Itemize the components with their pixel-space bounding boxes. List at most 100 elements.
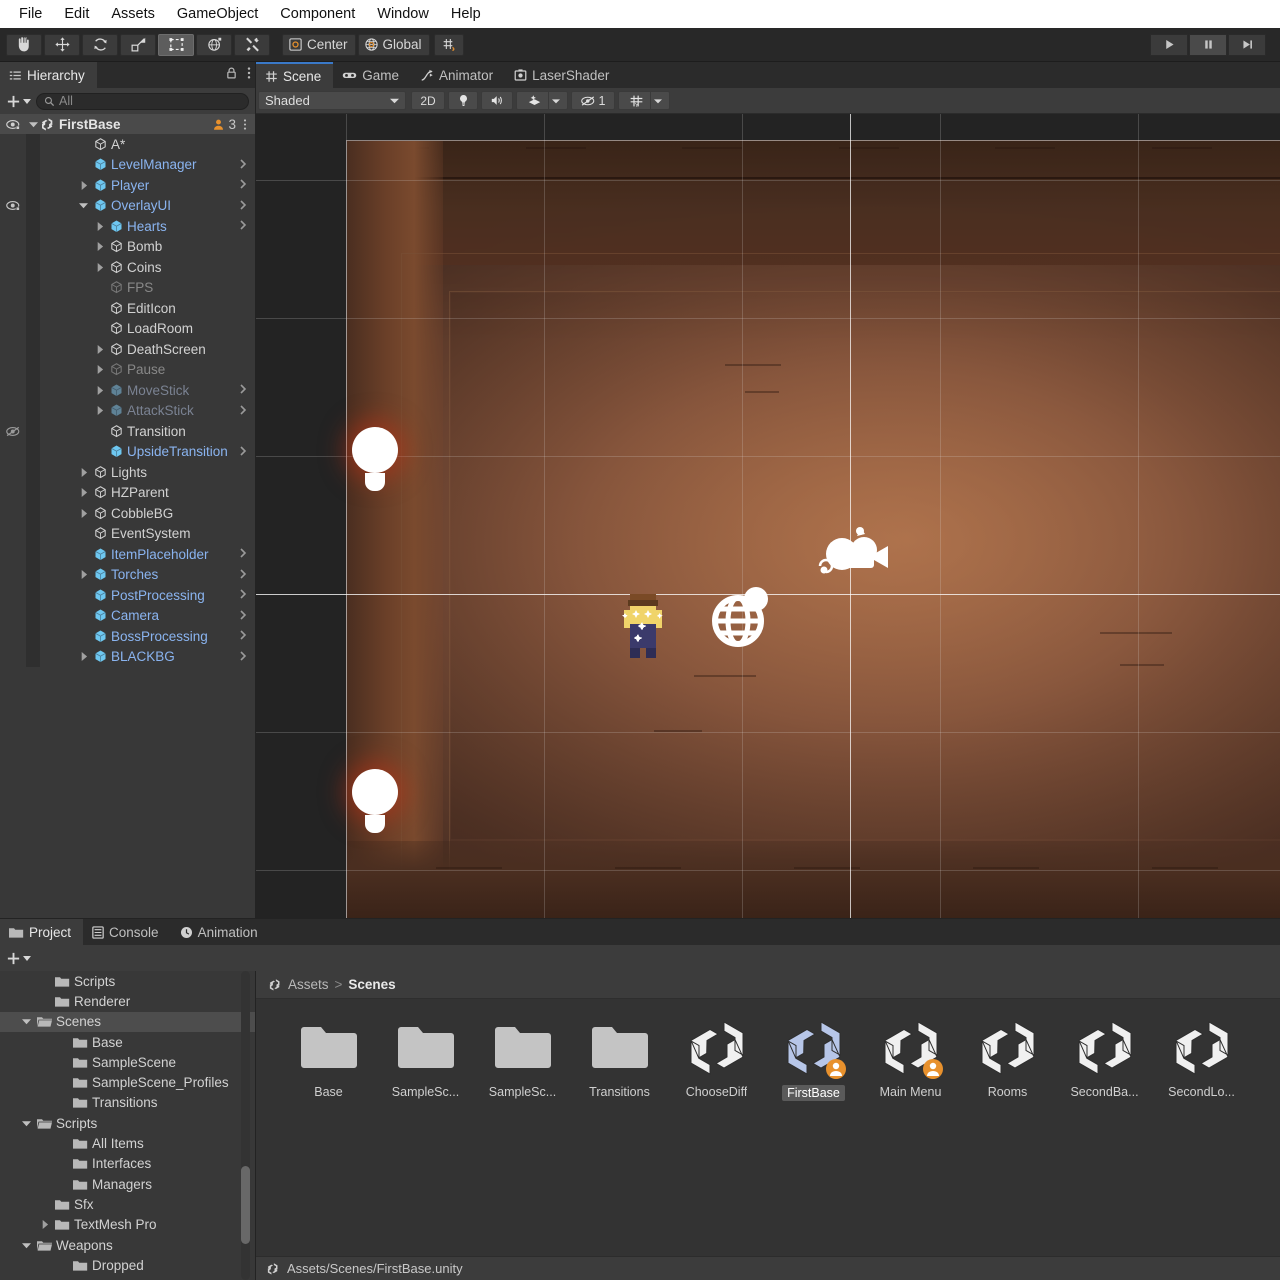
- hierarchy-visibility-toggle[interactable]: [0, 200, 26, 211]
- hierarchy-twisty[interactable]: [92, 221, 106, 231]
- hierarchy-item-coins[interactable]: Coins: [0, 257, 255, 278]
- project-folder-twisty[interactable]: [20, 1119, 33, 1128]
- scene-effects-button[interactable]: [521, 92, 548, 109]
- hierarchy-item-blackbg[interactable]: BLACKBG: [0, 646, 255, 667]
- hand-tool-button[interactable]: [6, 33, 42, 56]
- hierarchy-prefab-open-chevron[interactable]: [239, 588, 255, 602]
- hierarchy-prefab-open-chevron[interactable]: [239, 629, 255, 643]
- scene-grid-dropdown[interactable]: Y: [618, 91, 670, 110]
- tab-console[interactable]: Console: [83, 919, 171, 945]
- hierarchy-twisty[interactable]: [92, 385, 106, 395]
- handle-rotation-button[interactable]: Global: [357, 33, 430, 56]
- hierarchy-twisty[interactable]: [76, 201, 90, 210]
- project-folder-scenes[interactable]: Scenes: [0, 1011, 255, 1032]
- hierarchy-item-cobblebg[interactable]: CobbleBG: [0, 503, 255, 524]
- hierarchy-item-postprocessing[interactable]: PostProcessing: [0, 585, 255, 606]
- scene-viewport[interactable]: [256, 114, 1280, 918]
- scene-view-tabstrip[interactable]: Scene Game Animator LaserShader: [256, 62, 1280, 88]
- project-folder-samplescene-profiles[interactable]: SampleScene_Profiles: [0, 1072, 255, 1092]
- asset-grid[interactable]: Base SampleSc... SampleSc... Transitions Cho…: [256, 999, 1280, 1256]
- hierarchy-item-lights[interactable]: Lights: [0, 462, 255, 483]
- scene-hidden-objects-button[interactable]: 1: [571, 91, 615, 110]
- hierarchy-prefab-open-chevron[interactable]: [239, 199, 255, 213]
- menu-item-edit[interactable]: Edit: [53, 3, 100, 25]
- hierarchy-twisty[interactable]: [92, 365, 106, 375]
- hierarchy-twisty[interactable]: [76, 467, 90, 477]
- project-folder-weapons[interactable]: Weapons: [0, 1235, 255, 1255]
- hierarchy-prefab-open-chevron[interactable]: [239, 178, 255, 192]
- menu-item-assets[interactable]: Assets: [100, 3, 166, 25]
- draw-mode-dropdown[interactable]: Shaded: [258, 91, 406, 110]
- hierarchy-prefab-open-chevron[interactable]: [239, 219, 255, 233]
- camera-gizmo[interactable]: [814, 526, 894, 591]
- hierarchy-visibility-toggle[interactable]: [0, 426, 26, 437]
- project-folder-twisty[interactable]: [20, 1017, 33, 1026]
- hierarchy-item-fps[interactable]: FPS: [0, 277, 255, 298]
- scene-grid-chevron[interactable]: [649, 92, 666, 109]
- project-folder-samplescene[interactable]: SampleScene: [0, 1052, 255, 1072]
- project-add-button[interactable]: [6, 951, 31, 966]
- lock-icon[interactable]: [225, 66, 238, 80]
- hierarchy-item-levelmanager[interactable]: LevelManager: [0, 154, 255, 175]
- hierarchy-item-camera[interactable]: Camera: [0, 605, 255, 626]
- tab-game[interactable]: Game: [333, 62, 412, 88]
- scale-tool-button[interactable]: [120, 33, 156, 56]
- hierarchy-menu-icon[interactable]: [247, 66, 251, 80]
- scene-root-twisty[interactable]: [26, 120, 40, 129]
- hierarchy-twisty[interactable]: [76, 180, 90, 190]
- tab-scene[interactable]: Scene: [256, 62, 334, 88]
- torch-light-gizmo-bottom[interactable]: [352, 769, 398, 833]
- hierarchy-item-movestick[interactable]: MoveStick: [0, 380, 255, 401]
- menu-item-gameobject[interactable]: GameObject: [166, 3, 269, 25]
- asset-item[interactable]: Main Menu: [862, 1017, 959, 1101]
- project-folder-base[interactable]: Base: [0, 1032, 255, 1052]
- scene-visibility-toggle[interactable]: [0, 119, 26, 130]
- pivot-mode-button[interactable]: Center: [282, 33, 356, 56]
- custom-tools-button[interactable]: [234, 33, 270, 56]
- asset-item[interactable]: FirstBase: [765, 1017, 862, 1101]
- hierarchy-twisty[interactable]: [92, 406, 106, 416]
- asset-item[interactable]: SecondLo...: [1153, 1017, 1250, 1101]
- asset-item[interactable]: Base: [280, 1017, 377, 1101]
- asset-item[interactable]: Transitions: [571, 1017, 668, 1101]
- hierarchy-item-attackstick[interactable]: AttackStick: [0, 400, 255, 421]
- breadcrumb-assets[interactable]: Assets: [288, 977, 329, 992]
- hierarchy-prefab-open-chevron[interactable]: [239, 404, 255, 418]
- hierarchy-item-upsidetransition[interactable]: UpsideTransition: [0, 441, 255, 462]
- project-folder-all-items[interactable]: All Items: [0, 1133, 255, 1153]
- project-folder-interfaces[interactable]: Interfaces: [0, 1154, 255, 1174]
- project-folder-sfx[interactable]: Sfx: [0, 1194, 255, 1214]
- tab-hierarchy[interactable]: Hierarchy: [0, 62, 97, 88]
- hierarchy-prefab-open-chevron[interactable]: [239, 383, 255, 397]
- asset-item[interactable]: ChooseDiff: [668, 1017, 765, 1101]
- hierarchy-twisty[interactable]: [92, 262, 106, 272]
- hierarchy-item-transition[interactable]: Transition: [0, 421, 255, 442]
- hierarchy-item-a-[interactable]: A*: [0, 134, 255, 155]
- project-tree-scrollbar-thumb[interactable]: [241, 1166, 250, 1244]
- transform-tool-button[interactable]: [196, 33, 232, 56]
- play-button[interactable]: [1150, 33, 1188, 56]
- hierarchy-twisty[interactable]: [76, 488, 90, 498]
- hierarchy-item-deathscreen[interactable]: DeathScreen: [0, 339, 255, 360]
- hierarchy-prefab-open-chevron[interactable]: [239, 547, 255, 561]
- hierarchy-twisty[interactable]: [76, 652, 90, 662]
- hierarchy-item-hearts[interactable]: Hearts: [0, 216, 255, 237]
- hierarchy-item-pause[interactable]: Pause: [0, 359, 255, 380]
- project-folder-renderer[interactable]: Renderer: [0, 991, 255, 1011]
- move-tool-button[interactable]: [44, 33, 80, 56]
- hierarchy-item-loadroom[interactable]: LoadRoom: [0, 318, 255, 339]
- project-folder-scripts[interactable]: Scripts: [0, 971, 255, 991]
- project-folder-transitions[interactable]: Transitions: [0, 1093, 255, 1113]
- project-folder-managers[interactable]: Managers: [0, 1174, 255, 1194]
- project-folder-scripts[interactable]: Scripts: [0, 1113, 255, 1133]
- hierarchy-twisty[interactable]: [92, 344, 106, 354]
- scene-context-menu-icon[interactable]: [243, 118, 247, 131]
- hierarchy-twisty[interactable]: [92, 242, 106, 252]
- torch-light-gizmo-top[interactable]: [352, 427, 398, 491]
- hierarchy-item-player[interactable]: Player: [0, 175, 255, 196]
- hierarchy-twisty[interactable]: [76, 508, 90, 518]
- hierarchy-prefab-open-chevron[interactable]: [239, 609, 255, 623]
- hierarchy-item-torches[interactable]: Torches: [0, 564, 255, 585]
- tab-animation[interactable]: Animation: [170, 919, 270, 945]
- hierarchy-tree[interactable]: A* LevelManager Player OverlayUI Hearts Bomb C…: [0, 134, 255, 918]
